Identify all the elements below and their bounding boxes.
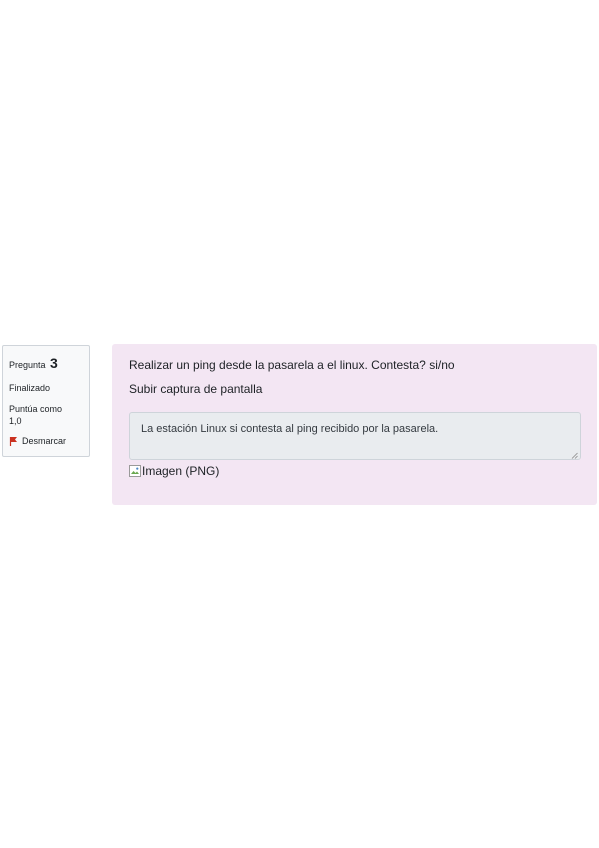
- question-instruction: Subir captura de pantalla: [129, 382, 263, 396]
- question-number: Pregunta 3: [9, 354, 83, 373]
- answer-text: La estación Linux si contesta al ping re…: [141, 423, 439, 435]
- page: Pregunta 3 Finalizado Puntúa como 1,0 De…: [0, 0, 599, 848]
- resize-grip-icon[interactable]: [571, 450, 578, 459]
- question-info-panel: Pregunta 3 Finalizado Puntúa como 1,0 De…: [2, 345, 90, 457]
- answer-textarea[interactable]: La estación Linux si contesta al ping re…: [129, 412, 581, 460]
- question-number-value: 3: [50, 355, 58, 371]
- grade-label: Puntúa como: [9, 404, 63, 415]
- image-alt-text: Imagen (PNG): [142, 464, 220, 478]
- broken-image-icon: [129, 465, 141, 477]
- attached-image: Imagen (PNG): [129, 464, 580, 478]
- unflag-label: Desmarcar: [22, 436, 67, 447]
- question-text: Realizar un ping desde la pasarela a el …: [129, 358, 455, 372]
- flag-icon: [9, 436, 18, 447]
- question-grade: Puntúa como 1,0: [9, 403, 83, 427]
- question-label: Pregunta: [9, 360, 46, 370]
- question-content: Realizar un ping desde la pasarela a el …: [112, 344, 597, 505]
- unflag-button[interactable]: Desmarcar: [9, 435, 83, 447]
- question-state: Finalizado: [9, 382, 51, 393]
- grade-value: 1,0: [9, 416, 22, 427]
